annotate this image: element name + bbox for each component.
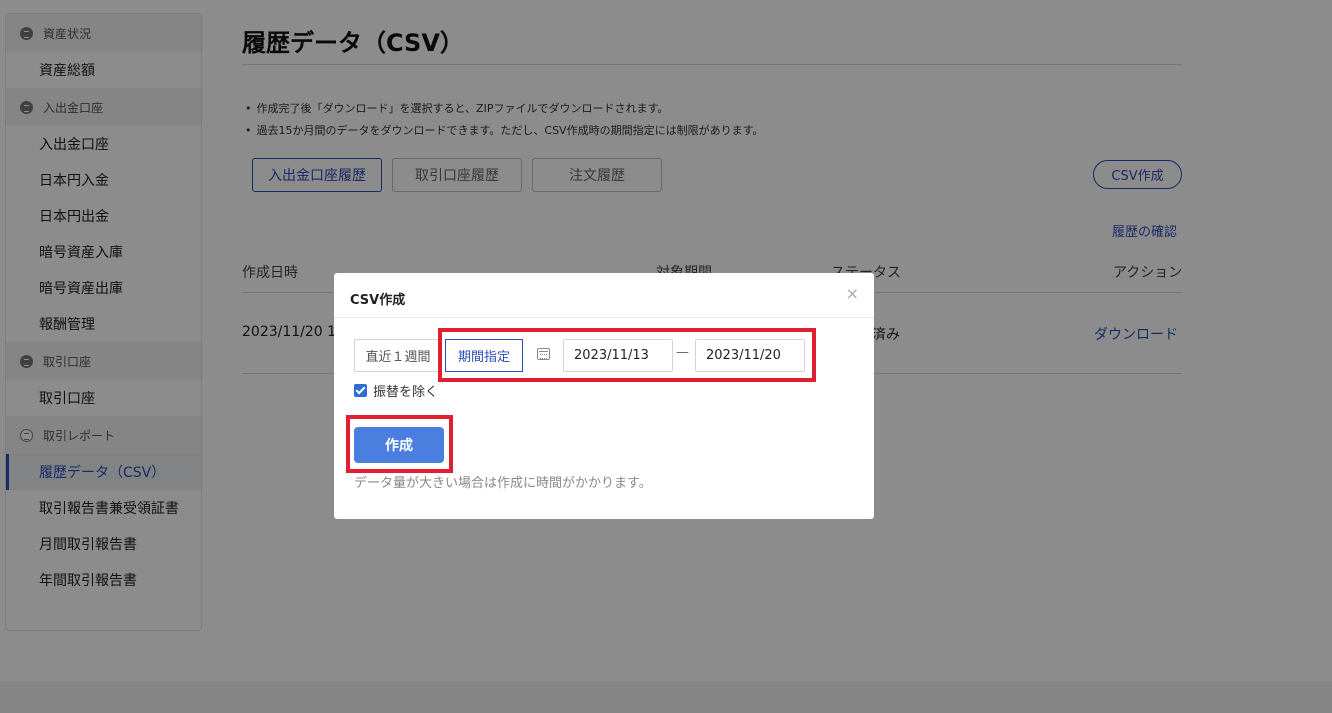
dialog-divider: [334, 317, 874, 318]
exclude-transfer-checkbox[interactable]: [354, 384, 367, 397]
dialog-note: データ量が大きい場合は作成に時間がかかります。: [354, 476, 652, 491]
range-last-week-button[interactable]: 直近１週間: [354, 339, 442, 372]
exclude-transfer-label[interactable]: 振替を除く: [373, 381, 438, 400]
highlight-create-button: [346, 415, 453, 473]
csv-create-dialog: CSV作成 × 直近１週間 期間指定 2023/11/13 — 2023/11/…: [334, 273, 874, 519]
highlight-date-range: [438, 328, 816, 382]
dialog-title: CSV作成: [350, 293, 406, 308]
close-icon[interactable]: ×: [846, 284, 859, 303]
